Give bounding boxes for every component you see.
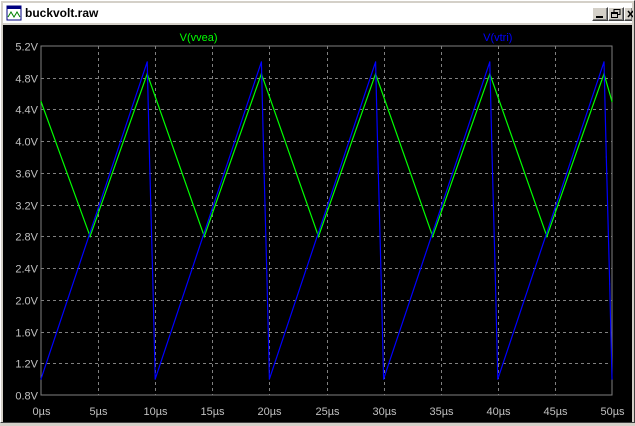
series-point: [89, 235, 91, 237]
series-point: [377, 156, 379, 158]
series-point: [375, 61, 377, 63]
minimize-button[interactable]: [592, 7, 608, 21]
legend-label-vvea[interactable]: V(vvea): [180, 32, 218, 44]
axis-ticks: 0µs 5µs 10µs 15µs 20µs 25µs 30µs 35µs 40µs 45µs 50…: [15, 42, 625, 419]
y-tick-label: 5.2V: [15, 42, 38, 54]
y-tick-label: 2.0V: [15, 296, 38, 308]
series-point: [260, 61, 262, 63]
series-point: [148, 156, 151, 158]
y-tick-label: 1.6V: [15, 328, 38, 340]
x-tick-label: 35µs: [429, 406, 454, 418]
restore-icon: [611, 9, 621, 18]
plot-area[interactable]: 0µs 5µs 10µs 15µs 20µs 25µs 30µs 35µs 40µs 45µs 50…: [3, 25, 632, 422]
series-point: [380, 283, 382, 285]
series-point: [154, 378, 156, 380]
series-point: [611, 378, 613, 380]
legend[interactable]: V(vvea) V(vtri): [180, 32, 513, 44]
y-tick-label: 4.0V: [15, 137, 38, 149]
x-tick-label: 0µs: [33, 406, 51, 418]
minimize-icon: [596, 16, 603, 18]
series-point: [40, 378, 42, 380]
y-tick-label: 1.2V: [15, 359, 38, 371]
x-tick-label: 15µs: [200, 406, 225, 418]
series-point: [266, 283, 268, 285]
y-tick-label: 0.8V: [15, 391, 38, 403]
grid: [40, 45, 613, 396]
series-point: [268, 378, 270, 380]
x-tick-label: 20µs: [257, 406, 282, 418]
x-tick-label: 10µs: [143, 406, 168, 418]
series-point: [152, 283, 154, 285]
series-point: [494, 283, 497, 285]
x-tick-label: 25µs: [315, 406, 340, 418]
series-point: [263, 156, 265, 158]
x-tick-label: 40µs: [486, 406, 511, 418]
waveform-plot[interactable]: 0µs 5µs 10µs 15µs 20µs 25µs 30µs 35µs 40µs 45µs 50…: [3, 25, 632, 422]
series-point: [40, 100, 42, 103]
series-point: [317, 235, 320, 237]
series-point: [546, 235, 548, 237]
y-tick-label: 4.4V: [15, 105, 38, 117]
y-tick-label: 2.4V: [15, 264, 38, 276]
x-tick-label: 50µs: [600, 406, 625, 418]
plot-frame: [40, 45, 613, 396]
window-title: buckvolt.raw: [25, 5, 99, 21]
series-point: [383, 378, 385, 380]
x-tick-label: 45µs: [543, 406, 568, 418]
waveform-file-icon: [6, 5, 22, 21]
series-point: [203, 235, 205, 237]
series-point: [489, 61, 491, 63]
y-tick-label: 2.8V: [15, 232, 38, 244]
close-button[interactable]: [624, 7, 633, 21]
x-tick-label: 5µs: [90, 406, 108, 418]
y-tick-label: 3.6V: [15, 169, 38, 181]
series-line-vvea: [40, 71, 613, 239]
series-point: [497, 378, 499, 380]
series-point: [491, 156, 493, 158]
title-bar[interactable]: buckvolt.raw: [3, 3, 633, 23]
y-tick-label: 4.8V: [15, 74, 38, 86]
close-icon: [627, 10, 633, 18]
series-point: [146, 61, 148, 63]
y-tick-label: 3.2V: [15, 201, 38, 213]
legend-label-vtri[interactable]: V(vtri): [483, 32, 512, 44]
series-point: [605, 156, 607, 158]
waveform-viewer-window: buckvolt.raw 0µs 5µs 10µs 15µs 20µs 25µs 30µs 3…: [0, 0, 635, 423]
restore-button[interactable]: [608, 7, 624, 21]
x-tick-label: 30µs: [372, 406, 397, 418]
series-point: [603, 61, 605, 63]
series-point: [609, 283, 611, 285]
series-point: [611, 100, 613, 103]
series-point: [432, 235, 434, 237]
